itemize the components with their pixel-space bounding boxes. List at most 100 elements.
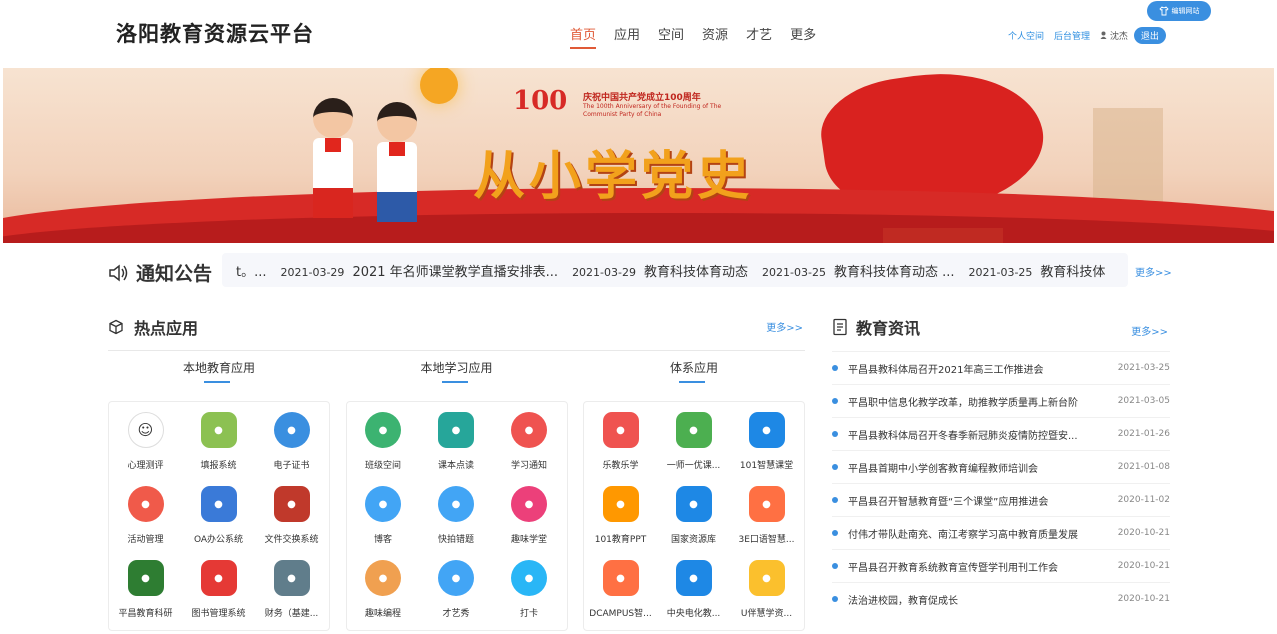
- admin-link[interactable]: 后台管理: [1054, 29, 1090, 42]
- news-item[interactable]: 法治进校园，教育促成长 2020-10-21: [832, 582, 1170, 615]
- app-tile[interactable]: ● 101教育PPT: [584, 486, 657, 560]
- anniversary-title: 庆祝中国共产党成立100周年: [583, 93, 701, 103]
- ie-bag-icon: ●: [200, 486, 237, 522]
- nav-apps[interactable]: 应用: [614, 24, 640, 49]
- app-tile[interactable]: ● 填报系统: [182, 412, 255, 486]
- hot-apps-title: 热点应用: [108, 315, 198, 339]
- app-tile-label: 3E口语智慧...: [738, 535, 795, 545]
- app-tile[interactable]: ● 打卡: [493, 560, 566, 634]
- news-item[interactable]: 平昌县教科体局召开2021年高三工作推进会 2021-03-25: [832, 351, 1170, 384]
- library-icon: ●: [200, 560, 237, 596]
- building-silhouette: [1093, 108, 1163, 203]
- logout-button[interactable]: 退出: [1133, 27, 1166, 44]
- app-column: 本地教育应用 ☺ 心理测评 ● 填报系统 ● 电子证书 ● 活动管理 ● OA办公系统 ● 文件交换系统…: [108, 359, 330, 631]
- hot-apps-header: 热点应用 更多>>: [108, 303, 805, 351]
- app-tile-label: 平昌教育科研: [118, 609, 173, 619]
- news-more-link[interactable]: 更多>>: [1131, 323, 1168, 338]
- nav-talent[interactable]: 才艺: [746, 24, 772, 49]
- notice-item[interactable]: 2021-03-25 教育科技体育动态 ...: [762, 261, 954, 280]
- top-bar: 洛阳教育资源云平台 首页 应用 空间 资源 才艺 更多 编辑网站 个人空间 后台…: [0, 0, 1277, 66]
- child-figure-girl: [311, 98, 355, 218]
- bullet-dot: [832, 365, 838, 371]
- news-item[interactable]: 平昌县召开教育系统教育宣传暨学刊用刊工作会 2020-10-21: [832, 549, 1170, 582]
- app-column: 体系应用 ● 乐教乐学 ● 一师一优课... ● 101智慧课堂 ● 101教育PPT ● 国家资源…: [583, 359, 805, 631]
- app-tile[interactable]: ● 乐教乐学: [584, 412, 657, 486]
- hot-apps-more-link[interactable]: 更多>>: [766, 319, 803, 334]
- app-tile-label: OA办公系统: [193, 535, 244, 545]
- nav-home[interactable]: 首页: [570, 24, 597, 49]
- book-icon: ●: [200, 412, 237, 448]
- news-item[interactable]: 平昌县教科体局召开冬春季新冠肺炎疫情防控暨安... 2021-01-26: [832, 417, 1170, 450]
- app-column-title[interactable]: 体系应用: [583, 359, 805, 389]
- app-tile-label: 国家资源库: [670, 535, 716, 545]
- app-tile[interactable]: ● 趣味编程: [347, 560, 420, 634]
- news-item[interactable]: 平昌职中信息化教学改革，助推教学质量再上新台阶 2021-03-05: [832, 384, 1170, 417]
- app-tile[interactable]: ● 活动管理: [109, 486, 182, 560]
- nav-space[interactable]: 空间: [658, 24, 684, 49]
- edit-site-button[interactable]: 编辑网站: [1147, 1, 1211, 21]
- news-item-title: 平昌县首期中小学创客教育编程教师培训会: [848, 463, 1038, 475]
- app-tile[interactable]: ● 101智慧课堂: [730, 412, 803, 486]
- app-tile[interactable]: ● 博客: [347, 486, 420, 560]
- app-tile[interactable]: ● 3E口语智慧...: [730, 486, 803, 560]
- app-tile[interactable]: ● OA办公系统: [182, 486, 255, 560]
- building-icon: ●: [273, 560, 310, 596]
- exchange-icon: ●: [273, 486, 310, 522]
- app-tile[interactable]: ● U伴慧学资...: [730, 560, 803, 634]
- app-column-title[interactable]: 本地学习应用: [346, 359, 568, 389]
- app-tile[interactable]: ● 快拍错题: [420, 486, 493, 560]
- app-tile[interactable]: ● 趣味学堂: [493, 486, 566, 560]
- notice-item[interactable]: 2021-03-25 教育科技体: [968, 261, 1105, 280]
- app-tile[interactable]: ● 财务（基建...: [255, 560, 328, 634]
- app-tile[interactable]: ● 班级空间: [347, 412, 420, 486]
- notice-item[interactable]: 2021-03-29 2021 年名师课堂教学直播安排表...: [281, 261, 559, 280]
- site-logo[interactable]: 洛阳教育资源云平台: [116, 18, 314, 48]
- pinwheel-icon: ●: [127, 486, 164, 522]
- app-tile[interactable]: ● 图书管理系统: [182, 560, 255, 634]
- shirt-icon: [1158, 6, 1169, 16]
- music-icon: ●: [602, 412, 639, 448]
- bullet-dot: [832, 563, 838, 569]
- app-column-title[interactable]: 本地教育应用: [108, 359, 330, 389]
- news-item[interactable]: 付伟才带队赴南充、南江考察学习高中教育质量发展 2020-10-21: [832, 516, 1170, 549]
- speech-icon: ●: [748, 486, 785, 522]
- anniversary-subtitle: The 100th Anniversary of the Founding of…: [583, 103, 722, 118]
- blog-icon: ●: [365, 486, 401, 522]
- app-tile[interactable]: ● 才艺秀: [420, 560, 493, 634]
- app-tile-label: 文件交换系统: [264, 535, 319, 545]
- speaker-icon: [109, 263, 128, 282]
- news-section: 教育资讯 更多>> 平昌县教科体局召开2021年高三工作推进会 2021-03-…: [832, 303, 1170, 607]
- news-item-title: 平昌县教科体局召开冬春季新冠肺炎疫情防控暨安...: [848, 430, 1078, 442]
- nav-more[interactable]: 更多: [790, 24, 816, 49]
- app-tile[interactable]: ● 电子证书: [255, 412, 328, 486]
- app-tile[interactable]: ● 中央电化教...: [657, 560, 730, 634]
- app-tile-label: 电子证书: [273, 461, 310, 471]
- notice-more-link[interactable]: 更多>>: [1135, 264, 1172, 279]
- app-tile-label: 博客: [373, 535, 392, 545]
- news-item[interactable]: 平昌县召开智慧教育暨“三个课堂”应用推进会 2020-11-02: [832, 483, 1170, 516]
- app-tile[interactable]: ● 一师一优课...: [657, 412, 730, 486]
- main-nav: 首页 应用 空间 资源 才艺 更多: [570, 24, 834, 49]
- app-tile[interactable]: ● 平昌教育科研: [109, 560, 182, 634]
- crayon-icon: ●: [511, 486, 547, 522]
- app-tile-label: 学习通知: [510, 461, 547, 471]
- app-tile[interactable]: ● 国家资源库: [657, 486, 730, 560]
- personal-space-link[interactable]: 个人空间: [1008, 29, 1044, 42]
- tiananmen-graphic: [883, 228, 1003, 243]
- app-tile[interactable]: ● DCAMPUS智...: [584, 560, 657, 634]
- news-item-title: 平昌县召开智慧教育暨“三个课堂”应用推进会: [848, 496, 1049, 508]
- news-item[interactable]: 平昌县首期中小学创客教育编程教师培训会 2021-01-08: [832, 450, 1170, 483]
- app-tile[interactable]: ● 学习通知: [493, 412, 566, 486]
- notice-item[interactable]: 2021-03-29 教育科技体育动态: [572, 261, 748, 280]
- app-tile-label: 财务（基建...: [264, 609, 319, 619]
- cube-icon: [109, 319, 123, 335]
- news-item-title: 法治进校园，教育促成长: [848, 595, 958, 607]
- app-tile[interactable]: ● 文件交换系统: [255, 486, 328, 560]
- nav-resources[interactable]: 资源: [702, 24, 728, 49]
- app-tile[interactable]: ● 课本点读: [420, 412, 493, 486]
- notice-item[interactable]: t。...: [236, 261, 267, 280]
- hero-banner[interactable]: 100 庆祝中国共产党成立100周年 The 100th Anniversary…: [3, 68, 1274, 243]
- app-tile[interactable]: ☺ 心理测评: [109, 412, 182, 486]
- app-tile-label: 班级空间: [364, 461, 401, 471]
- user-utilities: 个人空间 后台管理 沈杰 退出: [1008, 27, 1166, 44]
